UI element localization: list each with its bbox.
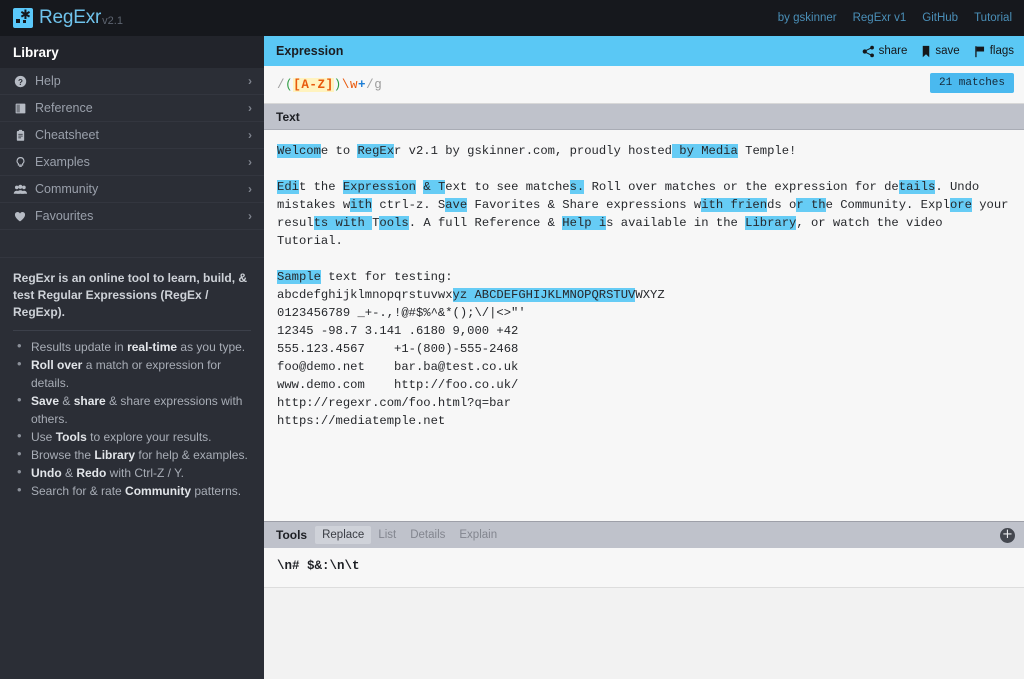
flags-label: flags	[989, 45, 1014, 57]
regexr-logo-icon: ✱	[13, 8, 33, 28]
nav-link-tutorial[interactable]: Tutorial	[974, 12, 1012, 24]
regex-group-close: )	[333, 77, 342, 92]
body-split: Library ? Help › Reference › Cheatsheet …	[0, 36, 1024, 679]
list-item: Browse the Library for help & examples.	[13, 445, 251, 464]
nav-link-by-gskinner[interactable]: by gskinner	[778, 12, 837, 24]
expression-title: Expression	[276, 44, 344, 58]
sidebar-item-label: Community	[35, 182, 99, 196]
list-item: Results update in real-time as you type.	[13, 337, 251, 356]
sidebar-description: RegExr is an online tool to learn, build…	[13, 271, 248, 319]
list-item: Search for & rate Community patterns.	[13, 481, 251, 500]
chevron-right-icon: ›	[248, 101, 252, 115]
people-icon	[10, 183, 30, 196]
nav-link-github[interactable]: GitHub	[922, 12, 958, 24]
bookmark-icon	[923, 45, 930, 57]
flags-button[interactable]: flags	[974, 45, 1014, 58]
heart-icon	[10, 210, 30, 223]
regex-slash-open: /	[277, 77, 286, 92]
sidebar-item-cheatsheet[interactable]: Cheatsheet ›	[0, 122, 264, 149]
regex-group-open: (	[285, 77, 294, 92]
tools-header: Tools Replace List Details Explain +	[264, 521, 1024, 548]
list-item: Save & share & share expressions with ot…	[13, 391, 251, 428]
replace-input[interactable]: \n# $&:\n\t	[264, 548, 1024, 588]
sidebar-item-label: Cheatsheet	[35, 128, 99, 142]
share-button[interactable]: share	[862, 45, 908, 58]
regex-escape: \w	[341, 77, 359, 92]
list-item: Undo & Redo with Ctrl-Z / Y.	[13, 463, 251, 482]
clipboard-icon	[10, 129, 30, 142]
sidebar: Library ? Help › Reference › Cheatsheet …	[0, 36, 264, 679]
main-area: Expression share save flags /([A-Z])\w+/…	[264, 36, 1024, 679]
save-button[interactable]: save	[921, 45, 960, 58]
top-bar: ✱ RegExr v2.1 by gskinner RegExr v1 GitH…	[0, 0, 1024, 36]
chevron-right-icon: ›	[248, 74, 252, 88]
plus-circle-icon[interactable]: +	[1000, 527, 1015, 543]
share-nodes-icon	[862, 45, 874, 57]
brand-name: RegExr	[39, 7, 102, 28]
sidebar-item-reference[interactable]: Reference ›	[0, 95, 264, 122]
brand[interactable]: ✱ RegExr v2.1	[0, 7, 123, 29]
lightbulb-icon	[10, 156, 30, 169]
sidebar-divider	[0, 230, 264, 258]
svg-text:?: ?	[18, 77, 23, 86]
regex-quantifier: +	[358, 77, 367, 92]
sidebar-rule	[13, 330, 251, 331]
regexr-app: ✱ RegExr v2.1 by gskinner RegExr v1 GitH…	[0, 0, 1024, 679]
sidebar-item-favourites[interactable]: Favourites ›	[0, 203, 264, 230]
matches-badge[interactable]: 21 matches	[929, 73, 1014, 93]
chevron-right-icon: ›	[248, 182, 252, 196]
bottom-filler	[264, 588, 1024, 679]
regex-charset: [A-Z]	[293, 77, 334, 92]
sidebar-filler	[0, 500, 264, 679]
tab-explain[interactable]: Explain	[452, 526, 504, 544]
question-circle-icon: ?	[10, 75, 30, 88]
book-icon	[10, 102, 30, 115]
top-nav: by gskinner RegExr v1 GitHub Tutorial	[778, 0, 1012, 36]
text-input[interactable]: Welcome to RegExr v2.1 by gskinner.com, …	[264, 130, 1024, 521]
tab-details[interactable]: Details	[403, 526, 452, 544]
brand-version: v2.1	[102, 15, 123, 27]
list-item: Roll over a match or expression for deta…	[13, 355, 251, 392]
tab-replace[interactable]: Replace	[315, 526, 372, 544]
tools-title: Tools	[276, 528, 308, 542]
sidebar-item-examples[interactable]: Examples ›	[0, 149, 264, 176]
chevron-right-icon: ›	[248, 155, 252, 169]
text-panel-title: Text	[264, 104, 1024, 130]
chevron-right-icon: ›	[248, 209, 252, 223]
sidebar-item-label: Reference	[35, 101, 93, 115]
regex-flags: g	[374, 77, 383, 92]
chevron-right-icon: ›	[248, 128, 252, 142]
sidebar-description-block: RegExr is an online tool to learn, build…	[0, 258, 264, 500]
flag-icon	[974, 45, 984, 57]
nav-link-regexr-v1[interactable]: RegExr v1	[853, 12, 907, 24]
sidebar-item-help[interactable]: ? Help ›	[0, 68, 264, 95]
sidebar-item-label: Examples	[35, 155, 90, 169]
sidebar-tips-list: Results update in real-time as you type.…	[13, 337, 251, 500]
expression-actions: share save flags	[862, 45, 1014, 58]
save-label: save	[935, 45, 960, 57]
list-item: Use Tools to explore your results.	[13, 427, 251, 446]
regex-pattern: /([A-Z])\w+/g	[277, 77, 383, 92]
sidebar-title: Library	[0, 36, 264, 68]
tab-list[interactable]: List	[371, 526, 403, 544]
sidebar-item-label: Favourites	[35, 209, 94, 223]
sidebar-item-label: Help	[35, 74, 61, 88]
share-label: share	[878, 45, 908, 57]
expression-input[interactable]: /([A-Z])\w+/g 21 matches	[264, 66, 1024, 104]
sidebar-item-community[interactable]: Community ›	[0, 176, 264, 203]
expression-header: Expression share save flags	[264, 36, 1024, 66]
